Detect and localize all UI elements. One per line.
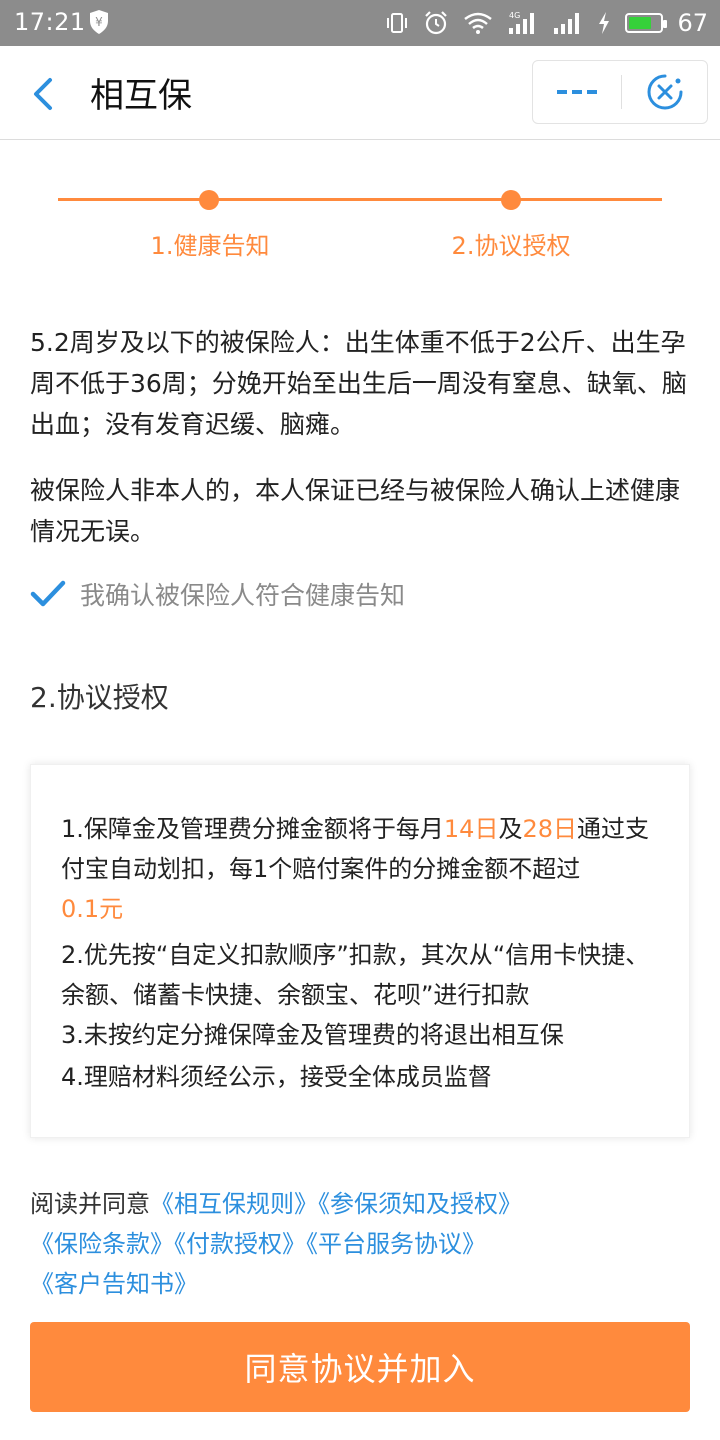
auth-item-1-text-b: 及 (498, 815, 523, 843)
shield-yen-icon: ¥ (90, 10, 108, 34)
step-dot-1 (199, 190, 219, 210)
step-progress: 1.健康告知 2.协议授权 (0, 170, 720, 270)
link-customer-notice[interactable]: 《客户告知书》 (30, 1270, 198, 1298)
charging-icon (599, 12, 610, 34)
svg-text:4G: 4G (509, 11, 520, 20)
authorization-card: 1.保障金及管理费分摊金额将于每月14日及28日通过支付宝自动划扣，每1个赔付案… (30, 764, 690, 1138)
step-line (58, 198, 662, 201)
signal-4g-icon: 4G (509, 11, 535, 34)
link-insurance-terms[interactable]: 《保险条款》 (30, 1230, 174, 1258)
deduction-date-2: 28日 (522, 815, 577, 843)
auth-item-2: 2.优先按“自定义扣款顺序”扣款，其次从“信用卡快捷、余额、储蓄卡快捷、余额宝、… (61, 941, 650, 1009)
nav-bar: 相互保 (0, 46, 720, 140)
auth-item-1: 1.保障金及管理费分摊金额将于每月14日及28日通过支付宝自动划扣，每1个赔付案… (61, 809, 667, 929)
link-rules[interactable]: 《相互保规则》 (150, 1190, 318, 1218)
section-title-authorization: 2.协议授权 (30, 681, 169, 714)
signal-icon (554, 13, 580, 34)
link-payment-authorization[interactable]: 《付款授权》 (174, 1230, 306, 1258)
health-confirm-checkbox[interactable]: 我确认被保险人符合健康告知 (30, 574, 405, 614)
battery-level: 67 (677, 9, 708, 37)
insured-confirm-text: 被保险人非本人的，本人保证已经与被保险人确认上述健康情况无误。 (30, 476, 681, 546)
auth-item-3: 3.未按约定分摊保障金及管理费的将退出相互保 (61, 1021, 564, 1049)
battery-icon (625, 13, 668, 33)
close-button[interactable] (622, 61, 708, 123)
agreement-prefix: 阅读并同意 (30, 1190, 150, 1218)
status-bar: 17:21 ¥ 4G 67 (0, 0, 720, 46)
deduction-date-1: 14日 (443, 815, 499, 843)
wifi-icon (464, 12, 493, 34)
auth-item-1-text-a: 1.保障金及管理费分摊金额将于每月 (61, 815, 444, 843)
close-circle-icon (647, 74, 683, 110)
step-dot-2 (501, 190, 521, 210)
more-button[interactable] (533, 61, 621, 123)
agreement-links: 阅读并同意《相互保规则》《参保须知及授权》《保险条款》《付款授权》《平台服务协议… (30, 1184, 700, 1304)
confirm-label: 我确认被保险人符合健康告知 (80, 581, 406, 610)
step-label-authorization: 2.协议授权 (451, 232, 571, 260)
auth-item-4: 4.理赔材料须经公示，接受全体成员监督 (61, 1063, 492, 1091)
vibrate-icon (387, 13, 408, 33)
step-label-health: 1.健康告知 (150, 232, 270, 260)
alarm-icon (425, 11, 448, 35)
agree-join-button[interactable]: 同意协议并加入 (30, 1322, 690, 1412)
checkmark-icon (30, 580, 66, 607)
health-notice-text: 5.2周岁及以下的被保险人：出生体重不低于2公斤、出生孕周不低于36周；分娩开始… (30, 328, 687, 439)
back-arrow-icon[interactable] (26, 74, 62, 114)
link-enrollment-notice[interactable]: 《参保须知及授权》 (318, 1190, 522, 1218)
page-title: 相互保 (90, 76, 192, 116)
max-amount: 0.1元 (61, 895, 124, 923)
link-platform-service[interactable]: 《平台服务协议》 (306, 1230, 486, 1258)
more-dots-icon (557, 90, 597, 94)
svg-text:¥: ¥ (95, 15, 103, 29)
status-time: 17:21 (14, 8, 86, 36)
mini-app-capsule (532, 60, 708, 124)
